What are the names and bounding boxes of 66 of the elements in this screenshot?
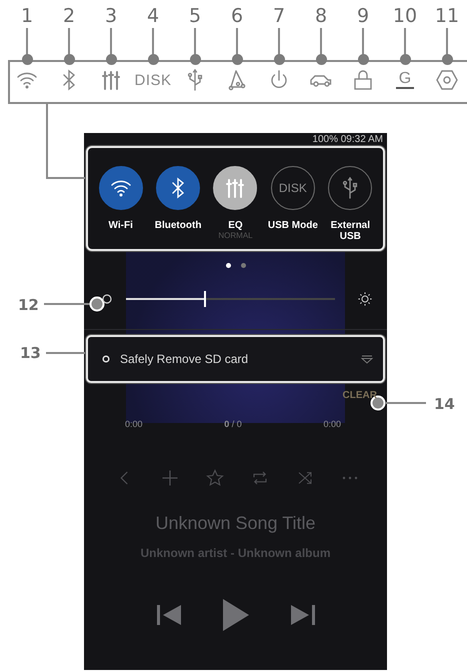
callout-dot xyxy=(232,54,242,65)
toggle-sublabel: NORMAL xyxy=(218,231,253,240)
callout-number: 11 xyxy=(434,4,460,28)
callout-number: 5 xyxy=(188,4,202,28)
callout-dot xyxy=(22,54,32,65)
status-bar-text: 100% 09:32 AM xyxy=(312,134,383,146)
toggle-label: Wi-Fi xyxy=(108,220,133,231)
callout-dot xyxy=(358,54,368,65)
callout-number: 3 xyxy=(104,4,118,28)
callout-number: 10 xyxy=(392,4,418,28)
repeat-icon[interactable] xyxy=(251,469,270,487)
clear-button[interactable]: CLEAR xyxy=(342,390,377,400)
plus-icon[interactable] xyxy=(160,468,180,488)
equalizer-icon xyxy=(99,68,123,92)
toggle-label: External USB xyxy=(330,220,372,242)
page-dot[interactable] xyxy=(240,263,246,268)
play-button[interactable] xyxy=(222,598,250,632)
elapsed-time: 0:00 xyxy=(125,419,143,429)
expand-icon[interactable] xyxy=(361,354,373,364)
callout-dot xyxy=(400,54,410,65)
toggle-label: EQ xyxy=(228,220,243,231)
notification-text: Safely Remove SD card xyxy=(120,352,250,366)
previous-button[interactable] xyxy=(156,603,182,627)
shuffle-icon[interactable] xyxy=(297,470,314,486)
star-icon[interactable] xyxy=(204,468,225,488)
brightness-low-icon xyxy=(102,294,112,304)
toggle-label: Bluetooth xyxy=(154,220,202,231)
leader-line xyxy=(46,351,86,355)
callout-dot xyxy=(148,54,158,65)
song-title: Unknown Song Title xyxy=(154,513,317,534)
toggle-button[interactable] xyxy=(213,166,258,210)
toggle-button[interactable] xyxy=(156,166,200,210)
page-dot[interactable] xyxy=(226,263,230,268)
hexagon-icon xyxy=(435,68,459,92)
callout-number: 6 xyxy=(230,4,244,28)
callout-dot xyxy=(190,54,200,65)
callout-dot xyxy=(442,54,452,65)
callout-dot xyxy=(274,54,284,65)
circle-icon xyxy=(102,355,110,363)
sun-icon xyxy=(357,291,373,307)
callout-number: 12 xyxy=(18,296,39,314)
toggle-label: USB Mode xyxy=(268,220,318,231)
more-icon[interactable] xyxy=(342,476,358,480)
callout-number: 2 xyxy=(62,4,76,28)
total-time: 0:00 xyxy=(323,419,341,429)
callout-number: 14 xyxy=(434,395,455,413)
notification-card[interactable]: Safely Remove SD card xyxy=(86,335,385,383)
brightness-slider[interactable] xyxy=(126,291,335,307)
callout-number: 9 xyxy=(356,4,370,28)
toggle-button[interactable]: DISK xyxy=(270,166,315,210)
callout-number: 13 xyxy=(20,344,41,362)
callout-number: 8 xyxy=(314,4,328,28)
toggle-button[interactable] xyxy=(328,166,372,210)
track-counter: 0 / 0 xyxy=(224,419,242,429)
callout-number: 4 xyxy=(146,4,160,28)
disk-label: DISK xyxy=(134,72,172,88)
callout-dot xyxy=(316,54,326,65)
toggle-button[interactable] xyxy=(98,166,143,210)
callout-dot xyxy=(64,54,74,65)
next-button[interactable] xyxy=(290,603,316,627)
callout-number: 7 xyxy=(272,4,286,28)
callout-pointer xyxy=(44,296,106,312)
slider-thumb[interactable] xyxy=(204,291,206,307)
callout-number: 1 xyxy=(20,4,34,28)
callout-dot xyxy=(106,54,116,65)
gain-label: G xyxy=(396,71,414,89)
